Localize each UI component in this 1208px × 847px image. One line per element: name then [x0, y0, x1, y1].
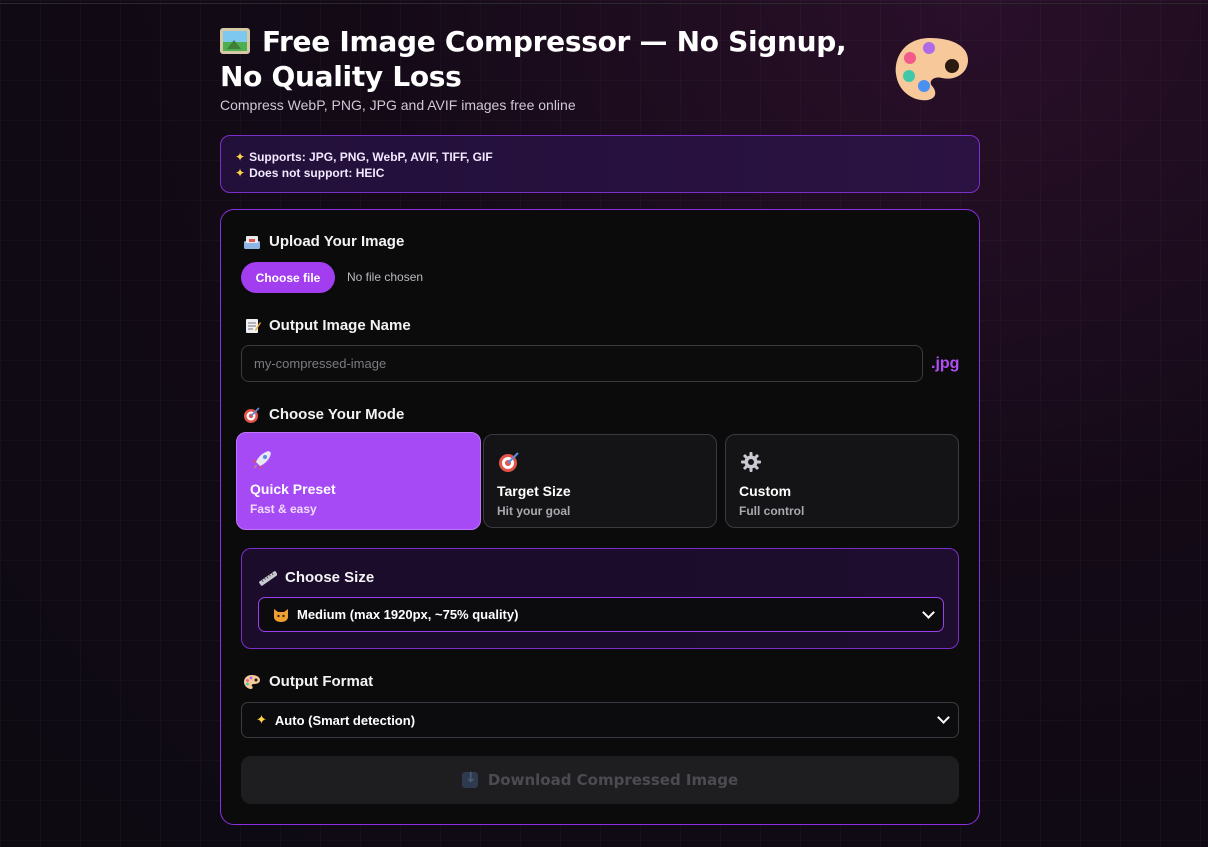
- mode-target-size[interactable]: Target Size Hit your goal: [483, 434, 717, 528]
- mode-quick-preset[interactable]: Quick Preset Fast & easy: [236, 432, 481, 530]
- file-extension: .jpg: [931, 355, 960, 372]
- artist-palette-icon: [244, 674, 260, 689]
- page-title-text: Free Image Compressor — No Signup, No Qu…: [220, 25, 847, 93]
- download-button[interactable]: Download Compressed Image: [241, 756, 959, 804]
- chevron-down-icon: [922, 606, 935, 619]
- page-title: Free Image Compressor — No Signup, No Qu…: [220, 24, 890, 94]
- compressor-card: Upload Your Image Choose file No file ch…: [220, 209, 980, 825]
- page-header: Free Image Compressor — No Signup, No Qu…: [220, 0, 980, 128]
- gear-icon: [741, 452, 761, 472]
- ruler-icon: [259, 570, 277, 586]
- artist-palette-icon: [895, 38, 968, 101]
- down-arrow-icon: [461, 770, 478, 788]
- sparkles-icon: ✦: [235, 150, 246, 164]
- supported-formats-banner: ✦ Supports: JPG, PNG, WebP, AVIF, TIFF, G…: [220, 135, 980, 193]
- supports-text: Supports: JPG, PNG, WebP, AVIF, TIFF, GI…: [249, 150, 493, 164]
- size-label-text: Choose Size: [285, 569, 375, 586]
- mode-title: Quick Preset: [250, 481, 336, 497]
- output-name-label-text: Output Image Name: [269, 317, 411, 334]
- supports-line: ✦ Supports: JPG, PNG, WebP, AVIF, TIFF, G…: [235, 149, 965, 165]
- format-label-text: Output Format: [269, 673, 374, 690]
- cat-face-icon: [274, 608, 288, 622]
- output-name-input[interactable]: [241, 345, 923, 382]
- mode-subtitle: Full control: [739, 504, 805, 518]
- mode-label-text: Choose Your Mode: [269, 406, 405, 423]
- page-subtitle: Compress WebP, PNG, JPG and AVIF images …: [220, 97, 576, 113]
- mode-subtitle: Fast & easy: [250, 502, 317, 516]
- upload-label: Upload Your Image: [243, 233, 404, 250]
- size-label: Choose Size: [259, 569, 374, 586]
- file-status: No file chosen: [347, 270, 424, 284]
- not-supported-line: ✦ Does not support: HEIC: [235, 165, 965, 181]
- size-selected-value: Medium (max 1920px, ~75% quality): [297, 607, 519, 622]
- mode-subtitle: Hit your goal: [497, 504, 571, 518]
- download-button-label: Download Compressed Image: [487, 771, 739, 789]
- target-icon: [499, 452, 519, 472]
- choose-file-button[interactable]: Choose file: [241, 262, 335, 293]
- chevron-down-icon: [937, 711, 950, 724]
- framed-picture-icon: [220, 28, 250, 54]
- page-container: Free Image Compressor — No Signup, No Qu…: [220, 0, 980, 825]
- choose-size-panel: Choose Size Medium (max 1920px, ~75% qua…: [241, 548, 959, 649]
- mode-custom[interactable]: Custom Full control: [725, 434, 959, 528]
- format-selected-value: Auto (Smart detection): [274, 712, 416, 728]
- target-icon: [244, 406, 260, 423]
- sparkles-icon: ✦: [256, 712, 267, 727]
- not-supported-text: Does not support: HEIC: [249, 166, 385, 180]
- size-select[interactable]: Medium (max 1920px, ~75% quality): [258, 597, 944, 632]
- output-name-label: Output Image Name: [243, 317, 411, 334]
- memo-icon: [246, 318, 261, 333]
- inbox-tray-icon: [244, 235, 260, 249]
- upload-label-text: Upload Your Image: [269, 233, 405, 250]
- mode-title: Target Size: [497, 483, 571, 499]
- rocket-icon: [253, 451, 271, 469]
- mode-label: Choose Your Mode: [243, 406, 404, 423]
- sparkles-icon: ✦: [235, 166, 246, 180]
- mode-title: Custom: [739, 483, 792, 499]
- format-select[interactable]: ✦ Auto (Smart detection): [241, 702, 959, 738]
- format-label: Output Format: [243, 673, 373, 690]
